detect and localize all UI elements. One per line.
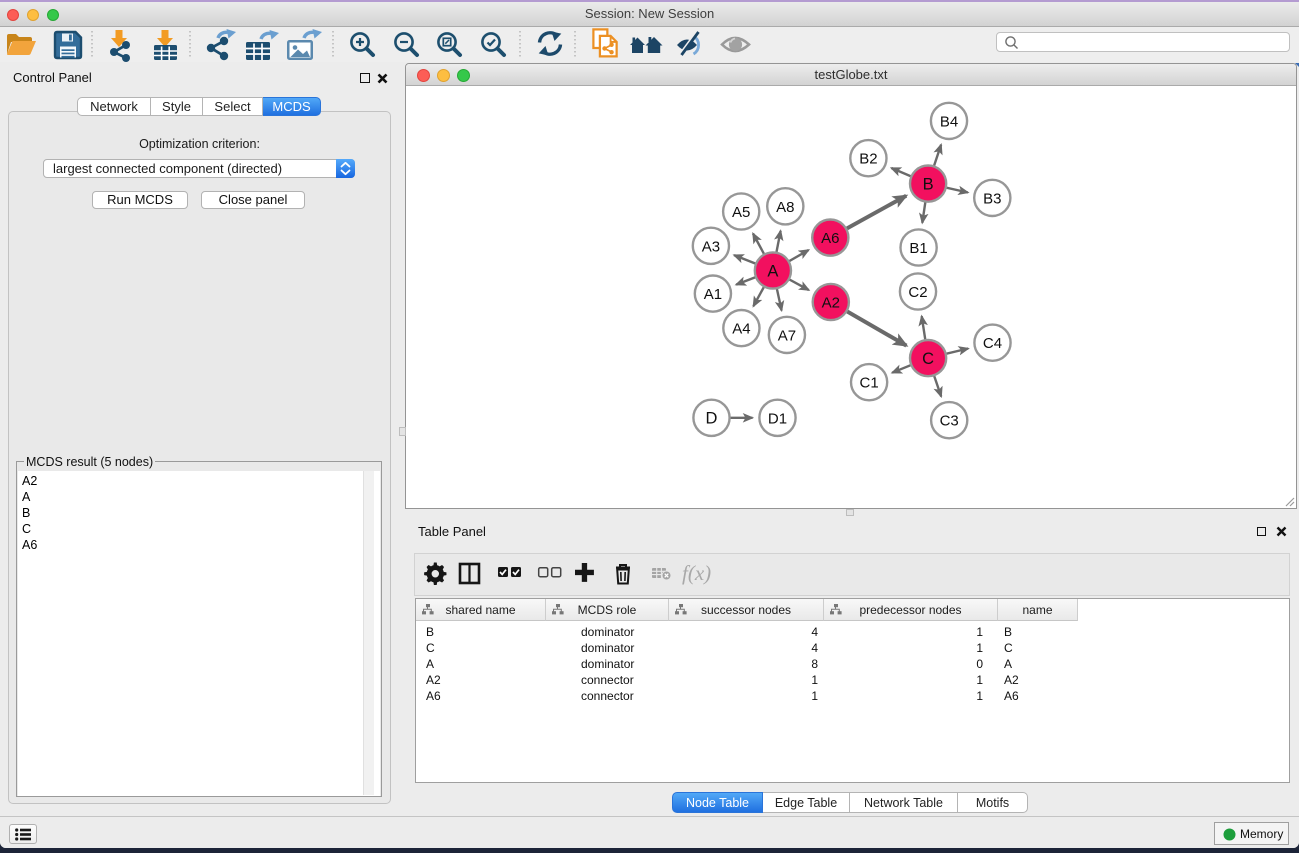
svg-text:f(x): f(x)	[682, 561, 711, 585]
svg-text:A7: A7	[778, 327, 796, 344]
svg-text:C3: C3	[940, 413, 959, 430]
svg-text:B3: B3	[983, 190, 1001, 207]
svg-text:B1: B1	[909, 240, 927, 257]
svg-text:C2: C2	[908, 284, 927, 301]
svg-text:A2: A2	[822, 295, 840, 312]
svg-text:A1: A1	[704, 286, 722, 303]
svg-text:A8: A8	[776, 199, 794, 216]
svg-text:B4: B4	[940, 113, 958, 130]
svg-text:A5: A5	[732, 204, 750, 221]
svg-text:B2: B2	[859, 151, 877, 168]
svg-text:A: A	[767, 262, 778, 280]
svg-text:D1: D1	[768, 410, 787, 427]
svg-text:B: B	[923, 175, 934, 193]
svg-text:D: D	[706, 410, 718, 428]
svg-text:C: C	[922, 350, 934, 368]
svg-text:A4: A4	[732, 321, 750, 338]
svg-text:A3: A3	[702, 238, 720, 255]
svg-text:C1: C1	[860, 375, 879, 392]
svg-text:A6: A6	[821, 230, 839, 247]
svg-text:C4: C4	[983, 335, 1002, 352]
